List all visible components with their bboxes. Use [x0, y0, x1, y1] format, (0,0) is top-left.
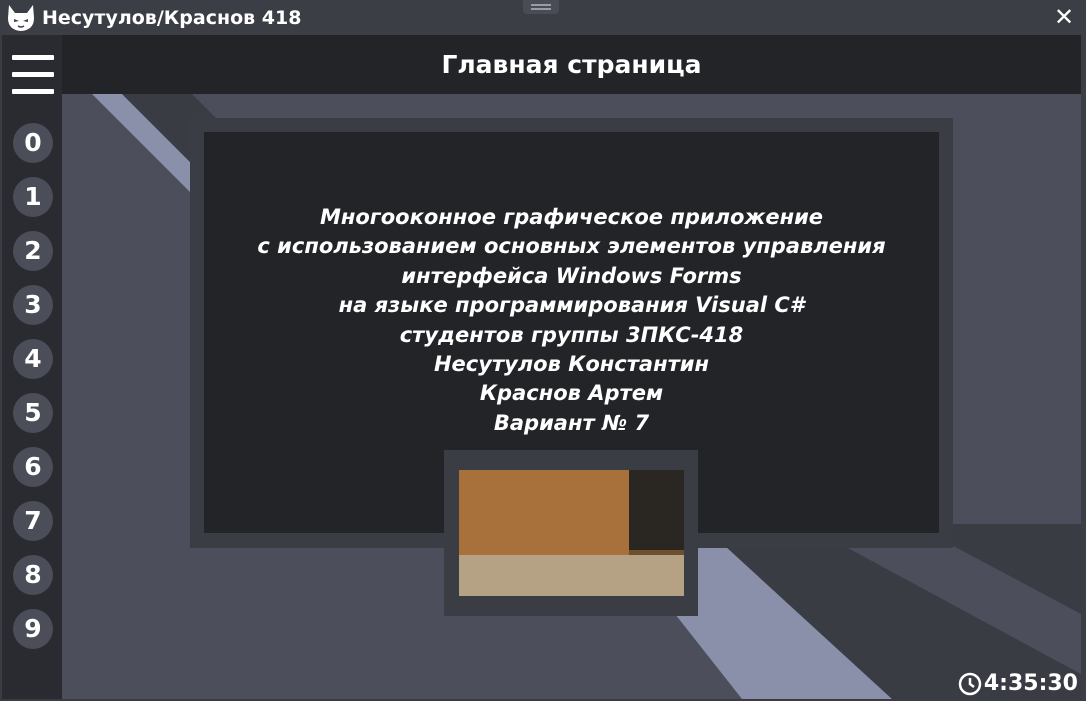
- nav-button-2[interactable]: 2: [13, 231, 53, 271]
- page-header: Главная страница: [62, 35, 1081, 94]
- page-title: Главная страница: [441, 50, 702, 79]
- description-line: Несутулов Константин: [433, 352, 710, 377]
- close-button[interactable]: ✕: [1052, 4, 1076, 30]
- cat-photo: [459, 470, 684, 596]
- hamburger-menu-icon[interactable]: [12, 55, 54, 95]
- nav-button-5[interactable]: 5: [13, 393, 53, 433]
- description-line: с использованием основных элементов упра…: [257, 234, 886, 259]
- description-line: интерфейса Windows Forms: [401, 263, 742, 288]
- title-bar[interactable]: Несутулов/Краснов 418 ✕: [0, 0, 1086, 35]
- nav-button-4[interactable]: 4: [13, 339, 53, 379]
- clock-time: 4:35:30: [983, 671, 1078, 696]
- description-line: Вариант № 7: [493, 410, 650, 435]
- description-line: студентов группы 3ПКС-418: [399, 322, 744, 347]
- clock-icon: [958, 672, 982, 696]
- nav-button-3[interactable]: 3: [13, 285, 53, 325]
- main-content: Многооконное графическое приложение с ис…: [62, 94, 1081, 699]
- nav-button-1[interactable]: 1: [13, 177, 53, 217]
- nav-button-9[interactable]: 9: [13, 609, 53, 649]
- nav-button-7[interactable]: 7: [13, 501, 53, 541]
- resize-grip[interactable]: [523, 0, 559, 14]
- description-line: Краснов Артем: [479, 381, 664, 406]
- project-description: Многооконное графическое приложение с ис…: [204, 203, 939, 438]
- nav-button-0[interactable]: 0: [13, 123, 53, 163]
- window-title: Несутулов/Краснов 418: [42, 7, 302, 29]
- sidebar: 0 1 2 3 4 5 6 7 8 9: [2, 35, 62, 699]
- description-line: на языке программирования Visual C#: [338, 293, 805, 318]
- cat-logo-icon: [8, 5, 34, 31]
- nav-button-8[interactable]: 8: [13, 555, 53, 595]
- description-line: Многооконное графическое приложение: [319, 205, 824, 229]
- clock-display: 4:35:30: [958, 669, 1078, 699]
- nav-button-6[interactable]: 6: [13, 447, 53, 487]
- window-border: [1081, 35, 1086, 701]
- app-window: Несутулов/Краснов 418 ✕ 0 1 2 3 4 5 6 7 …: [0, 0, 1086, 701]
